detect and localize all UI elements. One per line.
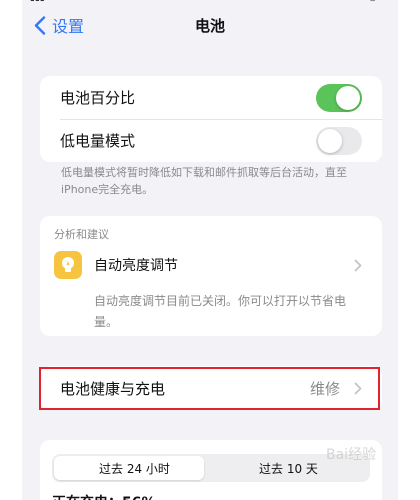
toggle-knob — [318, 128, 342, 153]
auto-brightness-row[interactable]: 自动亮度调节 — [40, 248, 382, 282]
battery-percentage-label: 电池百分比 — [60, 89, 136, 107]
battery-percentage-toggle[interactable] — [316, 83, 362, 112]
insights-card: 分析和建议 自动亮度调节 自动亮度调节目前已关闭。你可以打开以节省电量。 — [40, 216, 382, 336]
watermark: Bai经验 — [326, 447, 377, 463]
tab-last-10-days[interactable]: 过去 10 天 — [259, 460, 318, 477]
time-range-segmented-control: 过去 24 小时 过去 10 天 — [52, 454, 370, 482]
highlight-box — [39, 367, 380, 410]
low-power-footnote: 低电量模式将暂时降低如下载和邮件抓取等后台活动，直至iPhone完全充电。 — [61, 166, 347, 196]
charging-status-text: 正在充电：56% — [52, 492, 156, 500]
navigation-bar: 设置 电池 — [22, 10, 398, 40]
battery-settings-screen: ▮▮▮ ◦ ◔ ▭ 设置 电池 电池百分比 低电量模式 低电量模式将暂时降低如下… — [22, 0, 398, 500]
chevron-right-icon — [354, 259, 362, 272]
battery-percentage-row: 电池百分比 — [40, 76, 382, 119]
page-title: 电池 — [194, 17, 225, 35]
low-power-mode-toggle[interactable] — [316, 126, 362, 155]
battery-options-card: 电池百分比 低电量模式 — [40, 76, 382, 162]
toggle-knob — [336, 85, 360, 110]
auto-brightness-label: 自动亮度调节 — [94, 258, 178, 274]
low-power-mode-row: 低电量模式 — [40, 119, 382, 162]
insights-header: 分析和建议 — [54, 228, 109, 241]
tab-last-24-hours[interactable]: 过去 24 小时 — [99, 460, 170, 477]
status-bar-cutoff: ▮▮▮ ◦ ◔ ▭ — [22, 0, 398, 3]
low-power-mode-label: 低电量模式 — [60, 132, 136, 150]
auto-brightness-description: 自动亮度调节目前已关闭。你可以打开以节省电量。 — [94, 294, 347, 329]
